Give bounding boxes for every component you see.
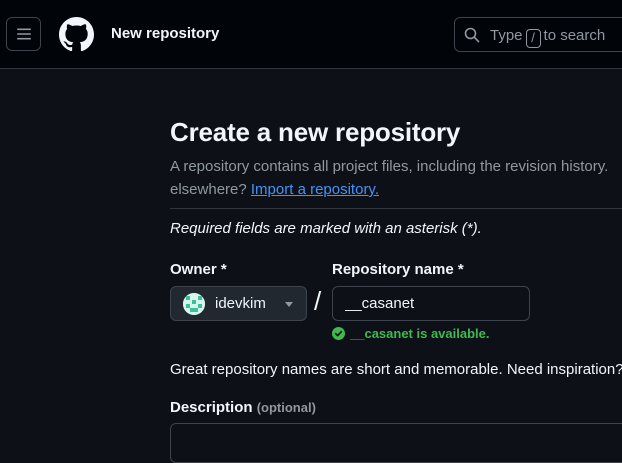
owner-dropdown[interactable]: idevkim (170, 286, 307, 321)
form-description: A repository contains all project files,… (170, 155, 622, 201)
repository-name-hint: Great repository names are short and mem… (170, 361, 622, 378)
owner-name: idevkim (215, 295, 266, 312)
divider (170, 208, 622, 209)
description-label-text: Description (170, 399, 253, 416)
app-header: New repository Type/to search (0, 0, 622, 69)
menu-button[interactable] (6, 17, 41, 51)
owner-repo-separator: / (314, 286, 321, 317)
description-input[interactable] (170, 423, 622, 463)
description-line-2: elsewhere? Import a repository. (170, 178, 622, 201)
github-logo-icon[interactable] (59, 17, 94, 52)
description-line-2-prefix: elsewhere? (170, 181, 247, 198)
chevron-down-icon (285, 302, 293, 307)
optional-tag: (optional) (257, 400, 316, 415)
hamburger-icon (16, 26, 32, 42)
form-heading: Create a new repository (170, 117, 460, 148)
new-repo-form: Create a new repository A repository con… (170, 69, 622, 442)
avatar (183, 293, 205, 315)
repository-name-input[interactable] (332, 286, 530, 321)
check-circle-icon (332, 327, 345, 340)
search-icon (464, 27, 480, 43)
page-title[interactable]: New repository (111, 25, 219, 42)
owner-label: Owner * (170, 261, 227, 278)
description-label: Description (optional) (170, 399, 316, 416)
required-fields-note: Required fields are marked with an aster… (170, 220, 482, 237)
search-input[interactable]: Type/to search (454, 17, 622, 52)
search-suffix: to search (544, 27, 606, 44)
availability-text: __casanet is available. (350, 326, 489, 341)
import-repository-link[interactable]: Import a repository. (251, 181, 379, 198)
search-shortcut-key: / (526, 29, 541, 48)
search-placeholder: Type/to search (490, 27, 605, 48)
search-prefix: Type (490, 27, 523, 44)
repository-name-label: Repository name * (332, 261, 464, 278)
description-line-1: A repository contains all project files,… (170, 155, 622, 178)
